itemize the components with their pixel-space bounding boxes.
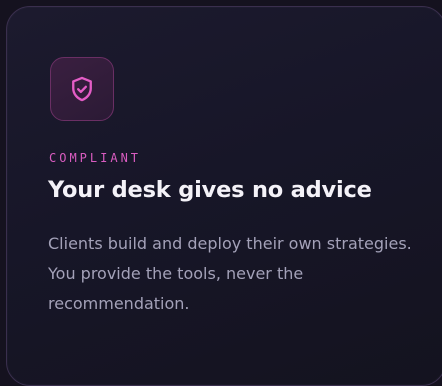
card-title: Your desk gives no advice — [48, 177, 372, 203]
icon-tile — [50, 57, 114, 121]
card-description: Clients build and deploy their own strat… — [48, 234, 412, 313]
shield-check-icon — [72, 76, 92, 102]
eyebrow-label: COMPLIANT — [49, 151, 142, 165]
feature-card: COMPLIANT Your desk gives no advice Clie… — [6, 6, 442, 386]
